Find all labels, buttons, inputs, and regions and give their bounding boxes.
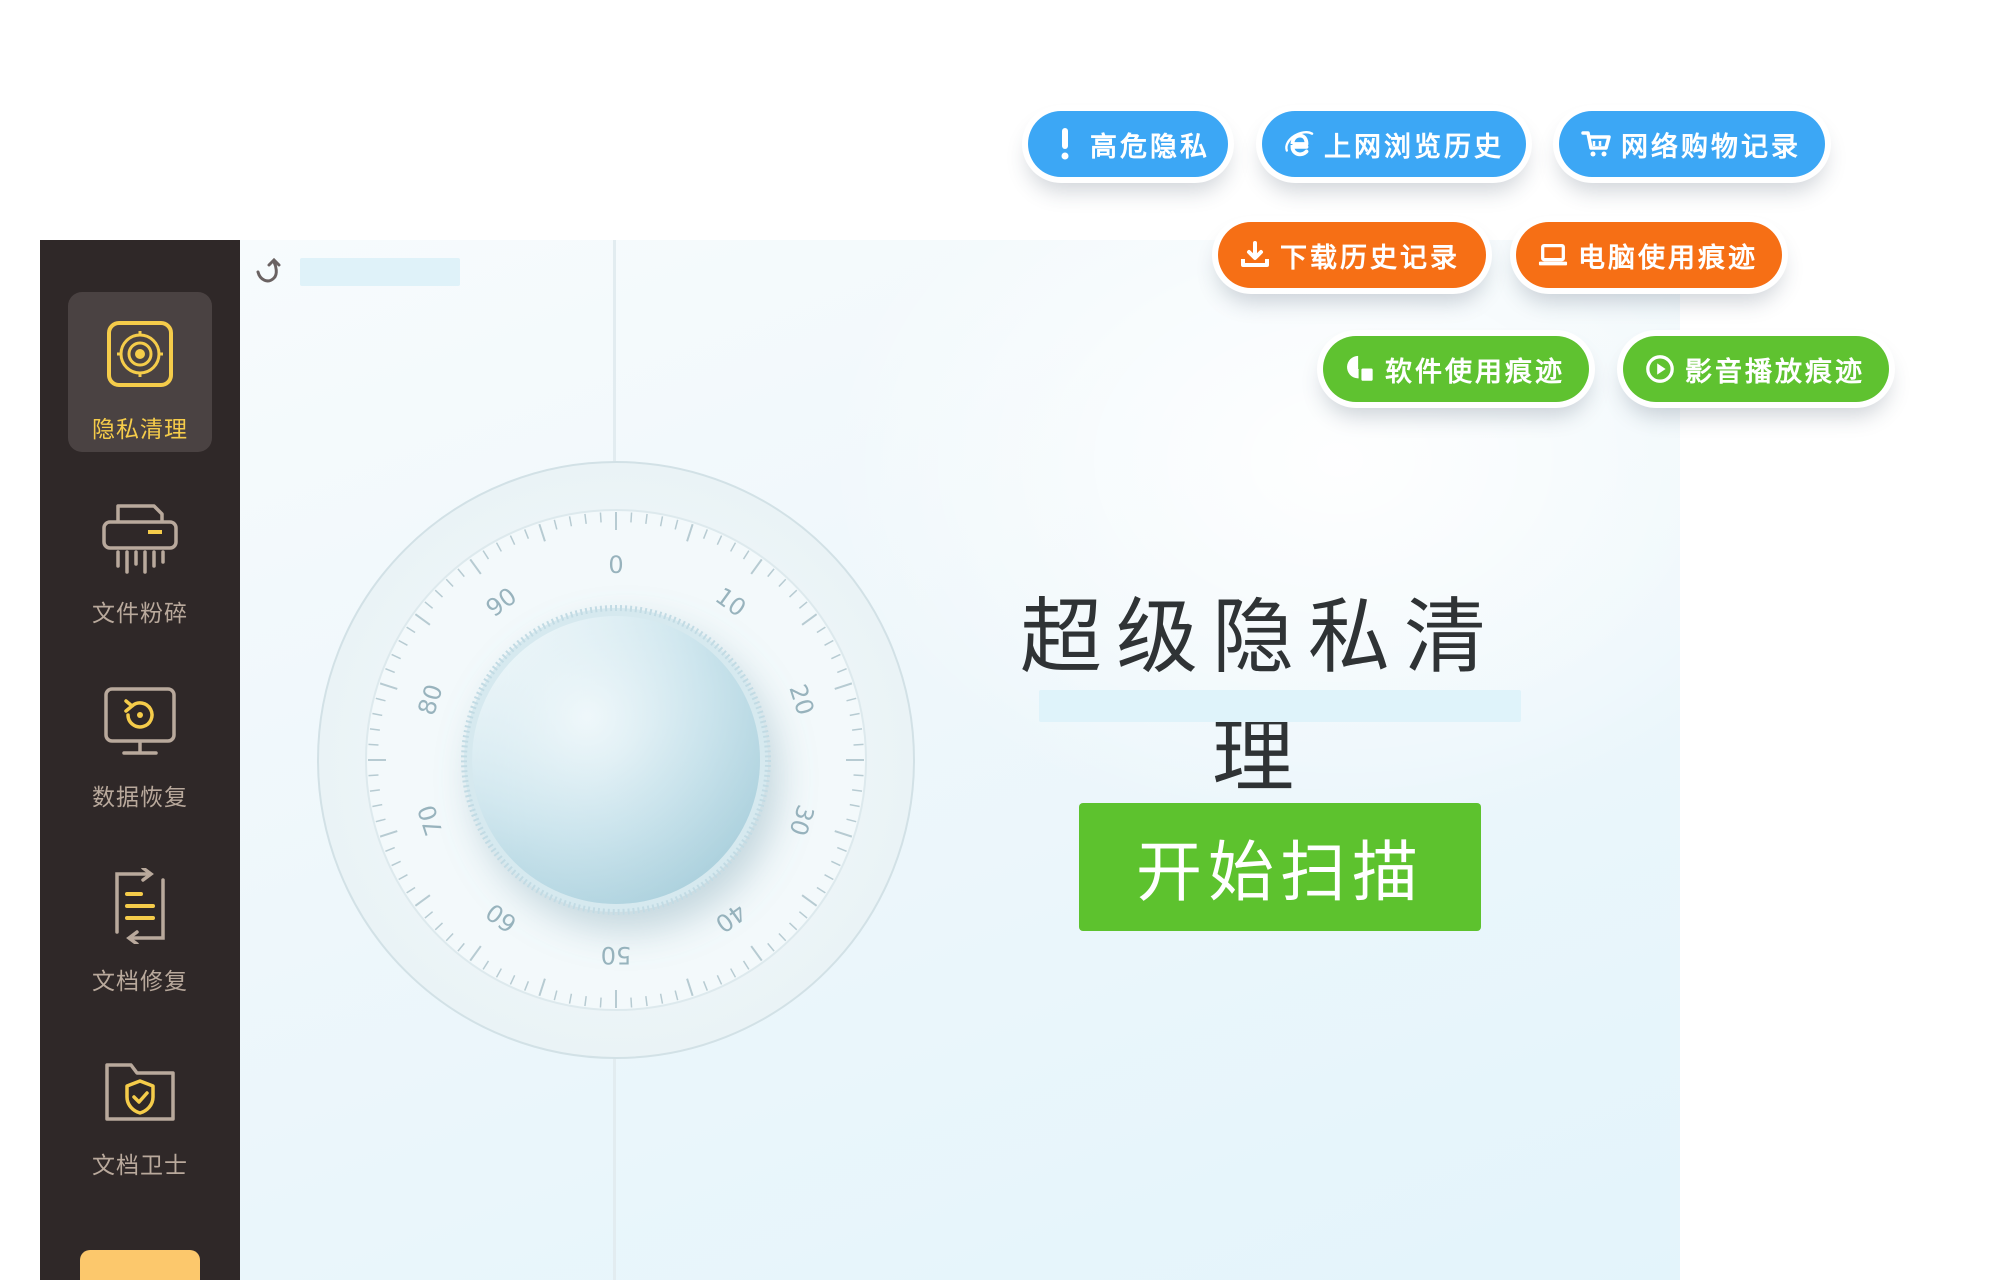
sidebar-item-document-guard[interactable]: 文档卫士 bbox=[68, 1028, 212, 1188]
subtitle-placeholder bbox=[1039, 690, 1521, 722]
sidebar-item-document-repair[interactable]: 文档修复 bbox=[68, 844, 212, 1004]
logo-icon bbox=[254, 256, 286, 288]
browser-e-icon bbox=[1284, 129, 1314, 159]
sidebar-item-label: 文件粉碎 bbox=[92, 601, 188, 627]
tag-label: 上网浏览历史 bbox=[1324, 131, 1504, 163]
tag-browsing-history[interactable]: 上网浏览历史 bbox=[1262, 111, 1526, 177]
sidebar-item-data-recovery[interactable]: 数据恢复 bbox=[68, 660, 212, 820]
sidebar-item-label: 文档卫士 bbox=[92, 1153, 188, 1179]
dial-number: 0 bbox=[608, 551, 623, 579]
tag-label: 高危隐私 bbox=[1090, 131, 1210, 163]
tag-shopping-records[interactable]: 网络购物记录 bbox=[1559, 111, 1825, 177]
safe-dial[interactable]: 0 10 20 30 40 50 60 70 80 90 bbox=[316, 460, 916, 1060]
dial-tick bbox=[368, 743, 379, 746]
document-repair-icon bbox=[68, 866, 212, 946]
topbar-title-placeholder bbox=[300, 258, 460, 286]
dial-tick bbox=[599, 997, 602, 1008]
start-scan-button[interactable]: 开始扫描 bbox=[1079, 803, 1481, 931]
tag-computer-usage-trace[interactable]: 电脑使用痕迹 bbox=[1516, 222, 1782, 288]
tag-label: 电脑使用痕迹 bbox=[1578, 242, 1758, 274]
dial-tick bbox=[630, 512, 633, 523]
tag-label: 网络购物记录 bbox=[1621, 131, 1801, 163]
laptop-icon bbox=[1538, 240, 1568, 270]
tag-high-risk-privacy[interactable]: 高危隐私 bbox=[1028, 111, 1228, 177]
dial-tick bbox=[368, 774, 379, 777]
exclamation-icon bbox=[1050, 128, 1080, 160]
tag-label: 软件使用痕迹 bbox=[1385, 356, 1565, 388]
sidebar-item-privacy-clean[interactable]: 隐私清理 bbox=[68, 292, 212, 452]
privacy-safe-icon bbox=[68, 314, 212, 394]
data-recovery-icon bbox=[68, 682, 212, 762]
tag-label: 影音播放痕迹 bbox=[1685, 356, 1865, 388]
tag-media-playback-trace[interactable]: 影音播放痕迹 bbox=[1623, 336, 1889, 402]
sidebar: 隐私清理 文件粉碎 数据恢复 文档修复 文档卫士 bbox=[40, 240, 240, 1280]
tag-download-history[interactable]: 下载历史记录 bbox=[1218, 222, 1486, 288]
software-icon bbox=[1345, 354, 1375, 384]
tag-software-usage-trace[interactable]: 软件使用痕迹 bbox=[1323, 336, 1589, 402]
page-title: 超级隐私清理 bbox=[1019, 590, 1500, 804]
shopping-cart-icon bbox=[1581, 129, 1611, 159]
sidebar-item-file-shred[interactable]: 文件粉碎 bbox=[68, 476, 212, 636]
sidebar-item-label: 数据恢复 bbox=[92, 785, 188, 811]
download-icon bbox=[1240, 240, 1270, 270]
dial-tick bbox=[853, 743, 864, 746]
dial-tick bbox=[630, 997, 633, 1008]
tag-label: 下载历史记录 bbox=[1280, 242, 1460, 274]
play-icon bbox=[1645, 354, 1675, 384]
dial-tick bbox=[853, 774, 864, 777]
sidebar-item-label: 文档修复 bbox=[92, 969, 188, 995]
document-guard-icon bbox=[68, 1050, 212, 1130]
dial-number: 50 bbox=[601, 941, 632, 969]
sidebar-item-label: 隐私清理 bbox=[92, 417, 188, 443]
sidebar-bottom-tab[interactable] bbox=[80, 1250, 200, 1280]
shredder-icon bbox=[68, 498, 212, 578]
dial-tick bbox=[599, 512, 602, 523]
